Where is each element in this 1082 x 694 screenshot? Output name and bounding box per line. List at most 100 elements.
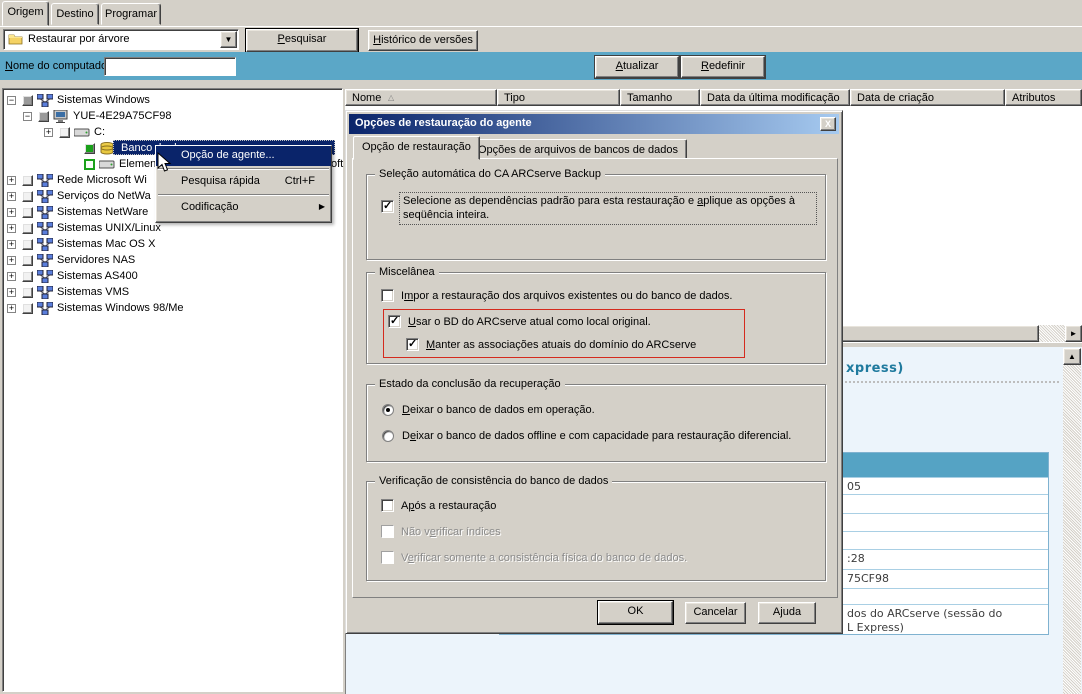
- search-button[interactable]: Pesquisar: [245, 28, 359, 53]
- tree-checkbox[interactable]: [22, 174, 33, 186]
- db-offline-radio[interactable]: [382, 430, 394, 442]
- scroll-up-button[interactable]: ▲: [1063, 348, 1081, 365]
- force-restore-label: Impor a restauração dos arquivos existen…: [401, 290, 733, 302]
- tab-programar[interactable]: Programar: [101, 3, 161, 25]
- column-header-data-modificacao-label: Data da última modificação: [707, 92, 840, 104]
- network-icon: [37, 301, 53, 315]
- expand-icon[interactable]: +: [44, 127, 53, 137]
- tree-checkbox[interactable]: [22, 302, 33, 314]
- cancel-button[interactable]: Cancelar: [685, 602, 746, 624]
- dropdown-arrow-button[interactable]: ▼: [220, 31, 237, 48]
- column-header-data-criacao[interactable]: Data de criação: [850, 89, 1005, 106]
- dependencies-checkbox-label: Selecione as dependências padrão para es…: [403, 195, 796, 207]
- expand-icon[interactable]: +: [7, 207, 16, 217]
- column-header-nome[interactable]: Nome △: [345, 89, 497, 106]
- tab-origem[interactable]: Origem: [2, 1, 49, 26]
- after-restore-checkbox[interactable]: [381, 499, 394, 512]
- search-button-label: Pesquisar: [277, 33, 327, 45]
- expand-icon[interactable]: +: [7, 239, 16, 249]
- computer-name-input[interactable]: [104, 57, 236, 76]
- expand-icon[interactable]: +: [7, 175, 16, 185]
- physical-consistency-label: Verificar somente a consistência física …: [401, 552, 688, 564]
- use-current-db-checkbox[interactable]: [388, 314, 401, 328]
- tab-destino[interactable]: Destino: [51, 3, 99, 25]
- tree-checkbox[interactable]: [84, 158, 95, 170]
- tree-checkbox[interactable]: [22, 190, 33, 202]
- help-button[interactable]: Ajuda: [758, 602, 816, 624]
- update-button[interactable]: Atualizar: [594, 55, 680, 79]
- tree-item-yue-computer[interactable]: − YUE-4E29A75CF98: [3, 108, 341, 124]
- expand-icon[interactable]: +: [7, 271, 16, 281]
- tab-origem-label: Origem: [7, 6, 44, 18]
- collapse-icon[interactable]: −: [23, 111, 32, 121]
- tree-item-label: Sistemas Windows 98/Me: [57, 302, 184, 314]
- tree-item-label: Sistemas AS400: [57, 270, 138, 282]
- reset-button[interactable]: Redefinir: [680, 55, 766, 79]
- column-header-tamanho-label: Tamanho: [627, 92, 673, 104]
- expand-icon[interactable]: +: [7, 191, 16, 201]
- vertical-scrollbar[interactable]: ▲: [1063, 348, 1081, 694]
- tree-checkbox[interactable]: [59, 126, 70, 138]
- column-header-atributos[interactable]: Atributos: [1005, 89, 1082, 106]
- tree-item-sistemas-mac[interactable]: + Sistemas Mac OS X: [3, 236, 341, 252]
- chevron-down-icon: ▼: [224, 35, 233, 44]
- tree-checkbox[interactable]: [22, 206, 33, 218]
- tree-item-sistemas-as400[interactable]: + Sistemas AS400: [3, 268, 341, 284]
- collapse-icon[interactable]: −: [7, 95, 16, 105]
- folder-icon: [8, 34, 23, 45]
- tree-checkbox[interactable]: [22, 254, 33, 266]
- column-header-data-modificacao[interactable]: Data da última modificação: [700, 89, 850, 106]
- ok-button[interactable]: OK: [597, 600, 674, 625]
- force-restore-checkbox[interactable]: [381, 289, 394, 302]
- tree-item-sistemas-win98[interactable]: + Sistemas Windows 98/Me: [3, 300, 341, 316]
- tree-checkbox[interactable]: [22, 270, 33, 282]
- column-header-tamanho[interactable]: Tamanho: [620, 89, 700, 106]
- tree-checkbox[interactable]: [22, 286, 33, 298]
- tree-item-c-drive[interactable]: + C:: [3, 124, 341, 140]
- dependencies-checkbox[interactable]: [381, 199, 394, 213]
- dialog-title-bar[interactable]: Opções de restauração do agente X: [349, 114, 839, 134]
- tree-item-label: Rede Microsoft Wi: [57, 174, 147, 186]
- dialog-tab-restore-option[interactable]: Opção de restauração: [353, 136, 480, 160]
- arrow-right-icon: ►: [1069, 329, 1078, 338]
- column-header-tipo[interactable]: Tipo: [497, 89, 620, 106]
- tree-item-label: Serviços do NetWa: [57, 190, 151, 202]
- keep-domain-associations-label: Manter as associações atuais do domínio …: [426, 339, 697, 351]
- tree-item-sistemas-windows[interactable]: − Sistemas Windows: [3, 92, 341, 108]
- menu-separator: [158, 168, 329, 170]
- expand-icon[interactable]: +: [7, 255, 16, 265]
- physical-consistency-checkbox: [381, 551, 394, 564]
- db-operational-radio[interactable]: [382, 404, 394, 416]
- network-icon: [37, 269, 53, 283]
- tree-item-label: Sistemas Windows: [57, 94, 150, 106]
- expand-icon[interactable]: +: [7, 303, 16, 313]
- tree-item-label: Sistemas UNIX/Linux: [57, 222, 161, 234]
- dialog-tab-db-files[interactable]: Opções de arquivos de bancos de dados: [469, 139, 687, 160]
- network-icon: [37, 93, 53, 107]
- skip-indexes-label: Não verificar índices: [401, 526, 501, 538]
- tree-checkbox[interactable]: [22, 222, 33, 234]
- menu-item-agent-option[interactable]: Opção de agente...: [156, 146, 331, 166]
- menu-item-encoding[interactable]: Codificação ▶: [156, 198, 331, 218]
- expand-icon[interactable]: +: [7, 287, 16, 297]
- dialog-tab-label: Opções de arquivos de bancos de dados: [478, 144, 678, 156]
- restore-mode-dropdown[interactable]: Restaurar por árvore ▼: [3, 29, 239, 50]
- tree-checkbox[interactable]: [22, 238, 33, 250]
- menu-item-quick-search[interactable]: Pesquisa rápida Ctrl+F: [156, 172, 331, 192]
- tab-destino-label: Destino: [56, 8, 94, 20]
- tree-item-sistemas-vms[interactable]: + Sistemas VMS: [3, 284, 341, 300]
- dialog-tab-panel: Seleção automática do CA ARCserve Backup…: [352, 158, 838, 598]
- tree-checkbox[interactable]: [38, 110, 49, 122]
- scroll-right-button[interactable]: ►: [1065, 325, 1082, 342]
- menu-item-label: Codificação: [181, 201, 239, 213]
- close-button[interactable]: X: [820, 117, 836, 131]
- tree-checkbox[interactable]: [84, 142, 95, 154]
- dependencies-checkbox-label-line2: seqüência inteira.: [403, 209, 490, 221]
- tree-item-servidores-nas[interactable]: + Servidores NAS: [3, 252, 341, 268]
- tree-checkbox[interactable]: [22, 94, 33, 106]
- version-history-button[interactable]: Histórico de versões: [368, 30, 478, 51]
- expand-icon[interactable]: +: [7, 223, 16, 233]
- tree-item-label: Servidores NAS: [57, 254, 136, 266]
- keep-domain-associations-checkbox[interactable]: [406, 337, 419, 351]
- db-operational-label: Deixar o banco de dados em operação.: [402, 404, 595, 416]
